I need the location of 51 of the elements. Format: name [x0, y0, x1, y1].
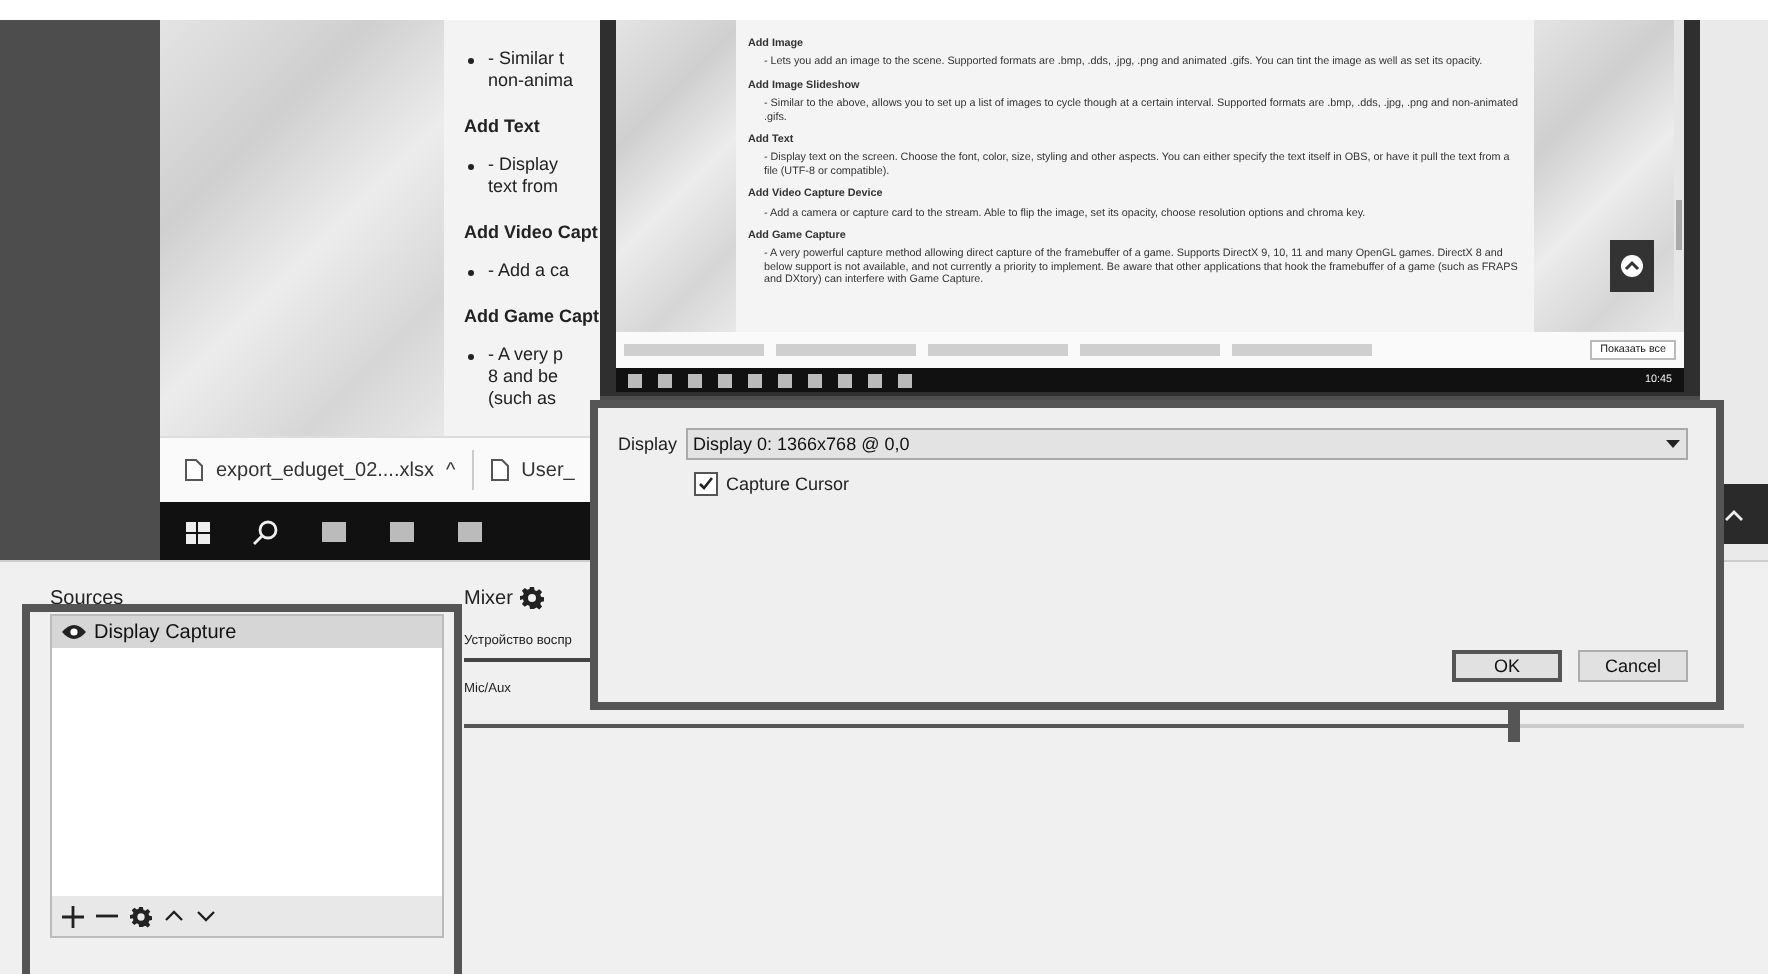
scroll-top-button[interactable] [1610, 240, 1654, 292]
bullet-text: - A very p [464, 344, 600, 366]
add-icon[interactable] [62, 905, 84, 927]
dropdown-arrow-icon [1666, 440, 1680, 448]
app-icon[interactable] [898, 373, 912, 387]
checkbox[interactable] [694, 472, 718, 496]
search-icon[interactable] [252, 517, 280, 545]
caret-icon[interactable]: ^ [445, 459, 456, 481]
field-label: Display [618, 434, 678, 454]
settings-icon[interactable] [520, 586, 545, 610]
bullet-text: (such as [486, 388, 559, 410]
windows-icon[interactable] [184, 517, 212, 545]
app-icon[interactable] [320, 517, 348, 545]
bullet-text: - Add a ca [464, 260, 600, 282]
eye-icon[interactable] [62, 624, 86, 640]
section-heading: Add Video Capt [464, 222, 600, 244]
panel-title: Mixer [464, 587, 513, 609]
bullet-text: 8 and be [486, 366, 561, 388]
checkbox-label: Capture Cursor [726, 474, 850, 494]
display-dropdown[interactable]: Display 0: 1366x768 @ 0,0 [685, 428, 1688, 460]
app-icon[interactable] [748, 373, 762, 387]
chevron-up-icon[interactable] [164, 910, 184, 922]
settings-icon[interactable] [130, 905, 152, 927]
section-heading: Add Text [464, 116, 542, 138]
app-icon[interactable] [456, 517, 484, 545]
bullet-text: non-anima [486, 70, 576, 92]
app-icon[interactable] [388, 517, 416, 545]
bullet-text: - Display [464, 154, 600, 176]
chevron-up-icon [1620, 254, 1644, 278]
app-icon[interactable] [808, 373, 822, 387]
source-item[interactable]: Display Capture [52, 616, 442, 648]
dialog-button[interactable]: Cancel [1578, 650, 1688, 682]
app-icon[interactable] [718, 373, 732, 387]
slider-handle[interactable] [1507, 710, 1520, 742]
download-item[interactable]: export_eduget_02....xlsx [216, 459, 434, 481]
panel-title: Sources [50, 585, 126, 613]
app-icon[interactable] [628, 373, 642, 387]
app-icon[interactable] [688, 373, 702, 387]
chevron-down-icon[interactable] [196, 910, 216, 922]
download-item[interactable]: User_ [521, 459, 575, 481]
dialog-button[interactable]: OK [1452, 650, 1562, 682]
app-icon[interactable] [868, 373, 882, 387]
section-heading: Add Game Capt [464, 306, 600, 328]
bullet-text: text from [486, 176, 561, 198]
file-icon [184, 458, 204, 482]
app-icon[interactable] [778, 373, 792, 387]
scrollbar-thumb[interactable] [1676, 200, 1682, 250]
app-icon[interactable] [658, 373, 672, 387]
bullet-text: - Similar t [464, 48, 600, 70]
file-icon [489, 458, 510, 482]
app-icon[interactable] [838, 373, 852, 387]
